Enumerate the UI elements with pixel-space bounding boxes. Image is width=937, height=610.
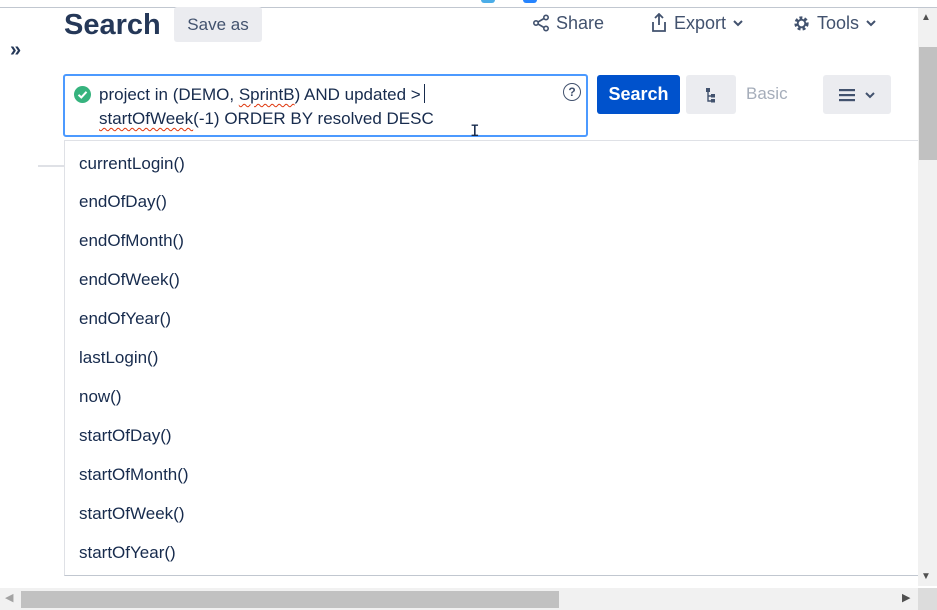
ibeam-cursor-icon: I <box>470 121 480 140</box>
chevron-down-icon <box>866 20 876 27</box>
structure-button[interactable] <box>686 75 736 114</box>
suggestion-item[interactable]: endOfMonth() <box>65 219 919 258</box>
suggestion-item[interactable]: currentLogin() <box>65 141 919 180</box>
export-label: Export <box>674 12 727 33</box>
suggestion-item[interactable]: startOfMonth() <box>65 453 919 492</box>
chevron-down-icon <box>864 91 875 98</box>
top-badge <box>481 0 495 3</box>
tools-label: Tools <box>817 12 860 33</box>
query-misspelled-word: SprintB <box>238 85 295 104</box>
scrollbar-corner <box>918 588 937 610</box>
sidebar-divider <box>38 165 64 167</box>
jira-search-page: » Search Save as Share Export Tools proj… <box>0 0 937 610</box>
export-button[interactable]: Export <box>650 8 744 38</box>
vertical-scrollbar-thumb[interactable] <box>919 47 937 160</box>
save-as-button[interactable]: Save as <box>174 7 262 42</box>
suggestion-item[interactable]: endOfYear() <box>65 297 919 336</box>
share-button[interactable]: Share <box>532 8 604 38</box>
basic-mode-link[interactable]: Basic <box>746 84 788 104</box>
suggestion-item[interactable]: startOfDay() <box>65 414 919 453</box>
jql-query-text: project in (DEMO, SprintB) AND updated >… <box>99 83 549 131</box>
scroll-left-arrow-icon[interactable]: ◀ <box>5 592 13 604</box>
suggestion-item[interactable]: now() <box>65 375 919 414</box>
share-label: Share <box>556 12 605 33</box>
hierarchy-icon <box>706 87 715 102</box>
top-badge <box>523 0 537 3</box>
scroll-down-arrow-icon[interactable]: ▼ <box>921 572 931 582</box>
suggestion-item[interactable]: endOfWeek() <box>65 258 919 297</box>
hamburger-icon <box>838 88 855 101</box>
help-circle-icon[interactable]: ? <box>563 83 581 101</box>
share-icon <box>532 14 550 32</box>
suggestion-item[interactable]: startOfYear() <box>65 531 919 570</box>
page-title: Search <box>64 9 161 41</box>
text-cursor <box>423 84 425 103</box>
query-line1-prefix: project in (DEMO, <box>99 85 239 104</box>
jql-query-input[interactable]: project in (DEMO, SprintB) AND updated >… <box>63 74 588 140</box>
double-chevron-right-icon[interactable]: » <box>10 40 21 60</box>
export-icon <box>652 13 666 32</box>
suggestion-item[interactable]: startOfWeek() <box>65 492 919 531</box>
suggestion-item[interactable]: endOfDay() <box>65 180 919 219</box>
query-misspelled-word: startOfWeek <box>99 109 194 128</box>
chevron-down-icon <box>733 20 743 27</box>
scroll-right-arrow-icon[interactable]: ▶ <box>902 592 910 604</box>
gear-icon <box>794 15 809 31</box>
query-line2-suffix: (-1) ORDER BY resolved DESC <box>193 109 434 128</box>
suggestion-item[interactable]: lastLogin() <box>65 336 919 375</box>
check-circle-icon <box>74 86 91 103</box>
autocomplete-suggestions: currentLogin() endOfDay() endOfMonth() e… <box>64 140 919 576</box>
scroll-up-arrow-icon[interactable]: ▲ <box>921 13 931 23</box>
horizontal-scrollbar-thumb[interactable] <box>21 591 559 608</box>
query-line1-suffix: ) AND updated > <box>294 85 421 104</box>
view-options-menu-button[interactable] <box>823 75 891 114</box>
tools-button[interactable]: Tools <box>792 8 877 38</box>
search-button[interactable]: Search <box>597 75 680 114</box>
